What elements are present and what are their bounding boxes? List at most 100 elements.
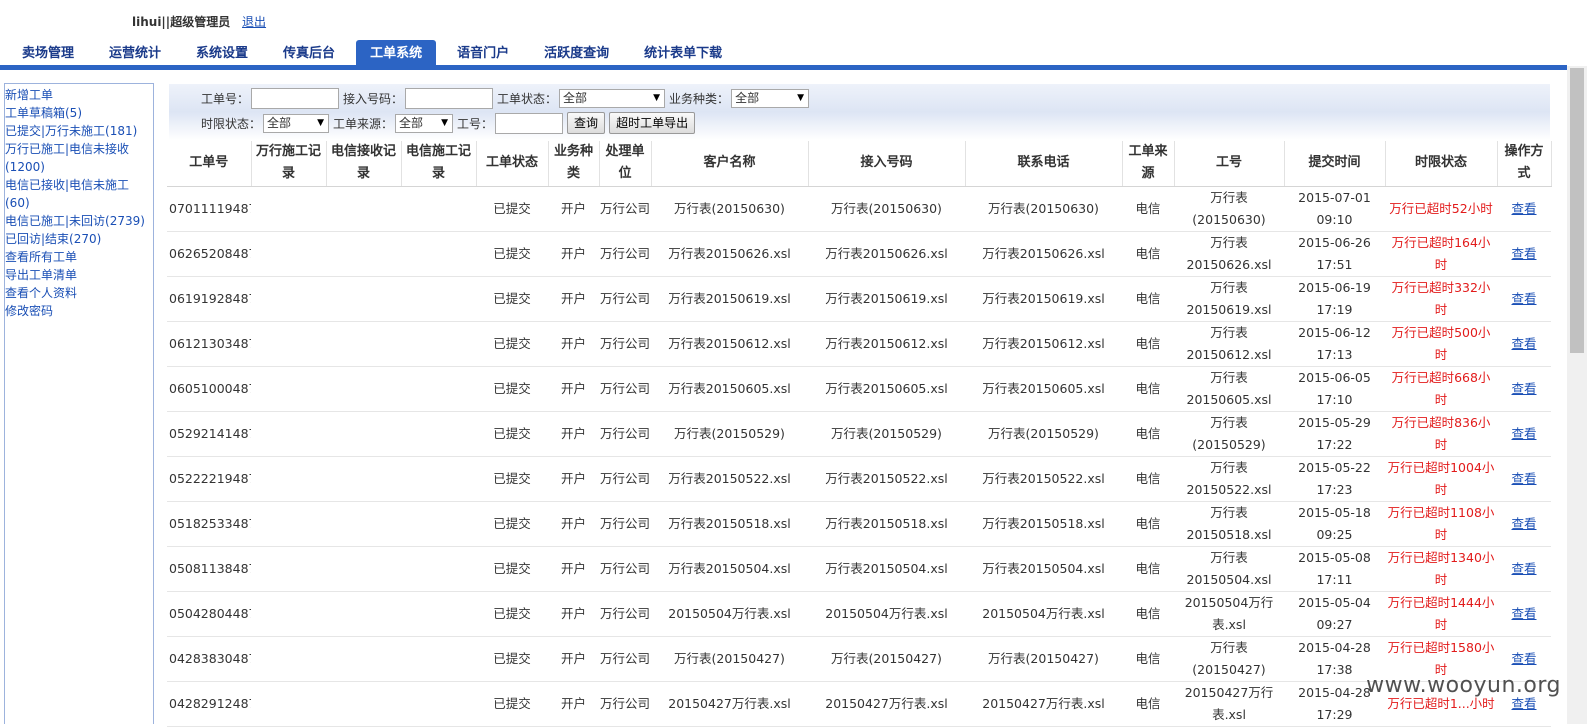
view-link[interactable]: 查看 <box>1511 516 1536 531</box>
table-cell <box>401 681 476 727</box>
table-cell: 万行公司 <box>599 456 651 502</box>
table-cell <box>326 636 401 682</box>
table-cell: 万行公司 <box>599 591 651 637</box>
table-cell: 万行表(20150529) <box>651 411 808 457</box>
table-cell: 查看 <box>1497 546 1551 592</box>
logout-link[interactable]: 退出 <box>242 15 266 29</box>
tab-5[interactable]: 语音门户 <box>443 40 523 66</box>
table-cell: 07011119487 <box>167 186 251 232</box>
view-link[interactable]: 查看 <box>1511 651 1536 666</box>
table-cell: 电信 <box>1122 456 1174 502</box>
column-header: 时限状态 <box>1385 141 1498 187</box>
table-cell: 05222219487 <box>167 456 251 502</box>
table-row: 06265208487 已提交 开户 万行公司 万行表20150626.xsl 万行表20… <box>167 231 1551 277</box>
table-cell: 万行表(20150529) <box>808 411 965 457</box>
table-cell: 2015-06-19 17:19 <box>1284 276 1385 322</box>
tab-2[interactable]: 系统设置 <box>182 40 262 66</box>
table-cell: 万行已超时52小时 <box>1385 186 1497 232</box>
table-cell <box>326 546 401 592</box>
table-cell: 万行表(20150529) <box>965 411 1122 457</box>
column-header: 工号 <box>1174 141 1285 187</box>
table-cell: 开户 <box>548 681 599 727</box>
view-link[interactable]: 查看 <box>1511 246 1536 261</box>
tab-6[interactable]: 活跃度查询 <box>530 40 623 66</box>
scrollbar-thumb[interactable] <box>1570 68 1584 353</box>
table-cell: 查看 <box>1497 501 1551 547</box>
access-no-input[interactable] <box>405 87 494 109</box>
table-cell <box>326 276 401 322</box>
order-no-input[interactable] <box>251 87 340 109</box>
table-cell: 万行表(20150427) <box>651 636 808 682</box>
table-cell: 06191928487 <box>167 276 251 322</box>
table-cell: 开户 <box>548 231 599 277</box>
table-cell: 万行已超时164小时 <box>1385 231 1497 277</box>
table-cell: 已提交 <box>476 321 548 367</box>
table-cell: 查看 <box>1497 321 1551 367</box>
sidebar-item[interactable]: 已回访|结束(270) <box>5 230 153 248</box>
page-scrollbar[interactable] <box>1567 66 1587 724</box>
limit-select[interactable]: 全部 ▼ <box>263 113 330 133</box>
tab-0[interactable]: 卖场管理 <box>8 40 88 66</box>
query-button[interactable]: 查询 <box>567 112 606 134</box>
table-cell: 电信 <box>1122 681 1174 727</box>
tab-1[interactable]: 运营统计 <box>95 40 175 66</box>
table-cell <box>326 366 401 412</box>
table-cell: 查看 <box>1497 186 1551 232</box>
view-link[interactable]: 查看 <box>1511 561 1536 576</box>
view-link[interactable]: 查看 <box>1511 201 1536 216</box>
sidebar-item[interactable]: 电信已施工|未回访(2739) <box>5 212 153 230</box>
user-info: lihui||超级管理员 退出 <box>132 13 266 30</box>
biz-type-select-value: 全部 <box>735 90 760 105</box>
dropdown-arrow-icon: ▼ <box>441 117 449 128</box>
sidebar-item[interactable]: 查看个人资料 <box>5 284 153 302</box>
source-select[interactable]: 全部 ▼ <box>395 113 454 133</box>
sidebar-item[interactable]: 修改密码 <box>5 302 153 320</box>
export-overdue-button[interactable]: 超时工单导出 <box>609 112 696 134</box>
sidebar-item[interactable]: 万行已施工|电信未接收 <box>5 140 153 158</box>
table-cell: 已提交 <box>476 366 548 412</box>
table-cell <box>326 186 401 232</box>
tab-4[interactable]: 工单系统 <box>356 40 437 66</box>
table-cell: 万行表20150504.xsl <box>808 546 965 592</box>
table-cell: 万行表 20150619.xsl <box>1174 276 1284 322</box>
sidebar-item[interactable]: 工单草稿箱(5) <box>5 104 153 122</box>
table-cell: 万行表20150518.xsl <box>965 501 1122 547</box>
table-row: 06051000487 已提交 开户 万行公司 万行表20150605.xsl 万行表20… <box>167 366 1551 412</box>
table-cell: 电信 <box>1122 636 1174 682</box>
table-cell: 2015-05-18 09:25 <box>1284 501 1385 547</box>
view-link[interactable]: 查看 <box>1511 471 1536 486</box>
sidebar-item[interactable]: 电信已接收|电信未施工(60) <box>5 176 153 212</box>
table-cell: 电信 <box>1122 366 1174 412</box>
sidebar-item[interactable]: (1200) <box>5 158 153 176</box>
table-cell: 万行表20150612.xsl <box>651 321 808 367</box>
tab-3[interactable]: 传真后台 <box>269 40 349 66</box>
sidebar-item[interactable]: 新增工单 <box>5 86 153 104</box>
view-link[interactable]: 查看 <box>1511 381 1536 396</box>
sidebar-item[interactable]: 已提交|万行未施工(181) <box>5 122 153 140</box>
table-cell: 电信 <box>1122 276 1174 322</box>
staff-input[interactable] <box>495 112 564 134</box>
biz-type-select[interactable]: 全部 ▼ <box>731 88 810 108</box>
table-cell: 开户 <box>548 456 599 502</box>
table-cell <box>401 321 476 367</box>
view-link[interactable]: 查看 <box>1511 291 1536 306</box>
view-link[interactable]: 查看 <box>1511 336 1536 351</box>
tab-7[interactable]: 统计表单下载 <box>630 40 736 66</box>
top-bar: lihui||超级管理员 退出 卖场管理 运营统计 系统设置 传真后台 工单系统 语音门户… <box>0 0 1587 66</box>
status-select[interactable]: 全部 ▼ <box>559 88 666 108</box>
source-label: 工单来源： <box>333 116 394 131</box>
table-cell: 开户 <box>548 186 599 232</box>
sidebar-item[interactable]: 查看所有工单 <box>5 248 153 266</box>
table-cell: 万行表(20150630) <box>965 186 1122 232</box>
table-cell: 05292141487 <box>167 411 251 457</box>
column-header: 接入号码 <box>808 141 966 187</box>
main-nav: 卖场管理 运营统计 系统设置 传真后台 工单系统 语音门户 活跃度查询 统计表单下载 <box>0 40 736 66</box>
table-cell: 万行表20150522.xsl <box>808 456 965 502</box>
table-cell: 万行表20150612.xsl <box>808 321 965 367</box>
table-cell <box>401 366 476 412</box>
view-link[interactable]: 查看 <box>1511 606 1536 621</box>
sidebar-item[interactable]: 导出工单清单 <box>5 266 153 284</box>
table-cell: 万行已超时836小时 <box>1385 411 1497 457</box>
view-link[interactable]: 查看 <box>1511 426 1536 441</box>
table-cell: 20150427万行表.xsl <box>651 681 808 727</box>
